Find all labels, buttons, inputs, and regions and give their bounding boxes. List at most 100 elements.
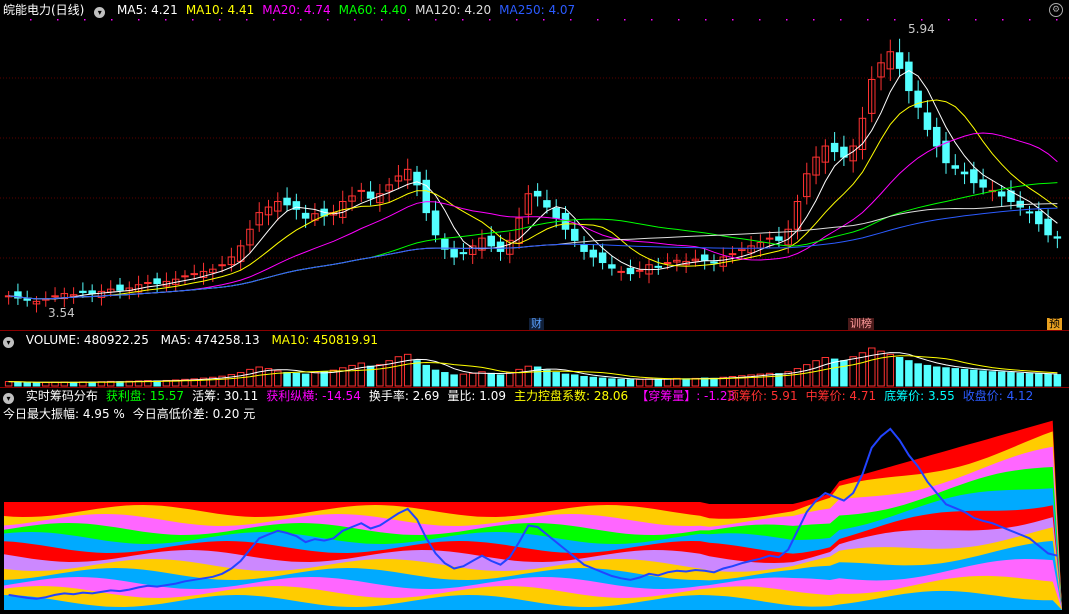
candle-body	[431, 210, 440, 236]
signal-dot	[975, 19, 977, 21]
volume-bar	[821, 357, 830, 387]
volume-bar	[849, 356, 857, 387]
volume-bar	[608, 378, 616, 387]
candle-body	[654, 265, 663, 268]
volume-bar	[524, 365, 533, 387]
candle-body	[218, 264, 226, 267]
volume-bar	[635, 378, 644, 387]
stock-title[interactable]: 皖能电力(日线)	[3, 3, 84, 17]
chip-price-1: 中筹价: 4.71	[805, 389, 877, 403]
signal-dot	[192, 19, 194, 21]
volume-bar	[571, 374, 579, 387]
volume-bar	[236, 372, 245, 387]
volume-bar	[301, 373, 310, 387]
candle-body	[617, 270, 625, 273]
volume-bar	[932, 366, 941, 387]
signal-dot	[300, 19, 302, 21]
volume-bar	[710, 377, 718, 387]
event-marker-forecast[interactable]: 预	[1047, 318, 1062, 330]
signal-dot	[516, 19, 518, 21]
signal-dot	[138, 19, 140, 21]
signal-dot	[786, 19, 788, 21]
chevron-down-icon[interactable]: ▾	[94, 7, 106, 18]
candle-body	[1053, 236, 1062, 239]
candle-body	[1035, 211, 1043, 225]
candle-body	[1025, 211, 1034, 214]
volume-bar	[951, 368, 960, 387]
candle-body	[765, 237, 774, 240]
volume-bar	[580, 376, 588, 387]
candle-body	[1044, 218, 1052, 236]
volume-bar	[960, 368, 969, 387]
signal-dot	[1029, 19, 1031, 21]
volume-bar	[1053, 374, 1062, 387]
event-marker-billboard[interactable]: 训榜	[848, 318, 874, 330]
chip-stat-1: 获利盘: 15.57	[105, 389, 185, 403]
candle-body	[88, 290, 96, 295]
chip-header: ▾ 实时筹码分布 获利盘: 15.57 活筹: 30.11 获利纵横: -14.54 换…	[3, 389, 751, 404]
signal-dot	[435, 19, 437, 21]
volume-bar	[88, 381, 96, 387]
ma-label-5: MA250: 4.07	[499, 3, 576, 17]
signal-dot	[273, 19, 275, 21]
price-chart[interactable]	[0, 18, 1069, 330]
signal-dot	[543, 19, 545, 21]
candle-body	[608, 264, 616, 269]
signal-dot	[624, 19, 626, 21]
panel-divider	[0, 387, 1069, 388]
chip-price-3: 收盘价: 4.12	[962, 389, 1034, 403]
signal-dot	[597, 19, 599, 21]
volume-bar	[478, 371, 486, 387]
signal-dot	[57, 19, 59, 21]
volume-bar	[979, 370, 987, 387]
signal-dot	[165, 19, 167, 21]
volume-bar	[812, 360, 820, 387]
signal-dot	[651, 19, 653, 21]
volume-bar	[561, 373, 570, 387]
signal-dot	[894, 19, 896, 21]
volume-bar	[914, 363, 922, 387]
candle-body	[153, 278, 161, 285]
chevron-down-icon[interactable]: ▾	[3, 393, 14, 404]
chip-distribution-chart[interactable]	[0, 404, 1069, 614]
chip-stat-2: 活筹: 30.11	[192, 389, 259, 403]
volume-chart[interactable]	[0, 345, 1069, 387]
signal-dot	[246, 19, 248, 21]
settings-icon[interactable]: ⚙	[1049, 3, 1063, 17]
volume-bar	[988, 371, 997, 387]
event-marker-finance[interactable]: 财	[529, 318, 544, 330]
volume-bar	[803, 364, 811, 387]
volume-bar	[1025, 373, 1034, 387]
volume-bar	[654, 378, 663, 387]
signal-dot	[948, 19, 950, 21]
candle-body	[895, 52, 904, 69]
high-price-label: 5.94	[908, 22, 935, 36]
signal-dot	[759, 19, 761, 21]
signal-dot	[327, 19, 329, 21]
candle-body	[589, 249, 598, 258]
chip-price-0: 顶筹价: 5.91	[727, 389, 798, 403]
signal-dot	[867, 19, 869, 21]
signal-dot	[462, 19, 464, 21]
volume-bar	[970, 369, 978, 387]
volume-bar	[923, 364, 932, 387]
signal-dot	[489, 19, 491, 21]
volume-bar	[431, 369, 440, 387]
volume-bar	[895, 357, 904, 387]
candle-body	[487, 235, 495, 247]
chip-price-stats: 顶筹价: 5.91 中筹价: 4.71 底筹价: 3.55 收盘价: 4.12	[727, 389, 1041, 403]
volume-bar	[459, 373, 468, 387]
volume-bar	[450, 374, 458, 387]
volume-bar	[905, 360, 913, 387]
volume-bar	[543, 369, 551, 387]
candle-body	[905, 61, 913, 92]
volume-bar	[42, 382, 50, 387]
volume-bar	[292, 372, 301, 387]
volume-bar	[394, 356, 403, 387]
indicator-header: 皖能电力(日线) ▾ MA5: 4.21 MA10: 4.41 MA20: 4.74…	[3, 3, 591, 18]
signal-dot	[111, 19, 113, 21]
chip-stats: 实时筹码分布 获利盘: 15.57 活筹: 30.11 获利纵横: -14.54 换手率…	[26, 389, 743, 403]
volume-bar	[496, 374, 505, 387]
volume-bar	[682, 378, 690, 387]
volume-bar	[487, 372, 495, 387]
